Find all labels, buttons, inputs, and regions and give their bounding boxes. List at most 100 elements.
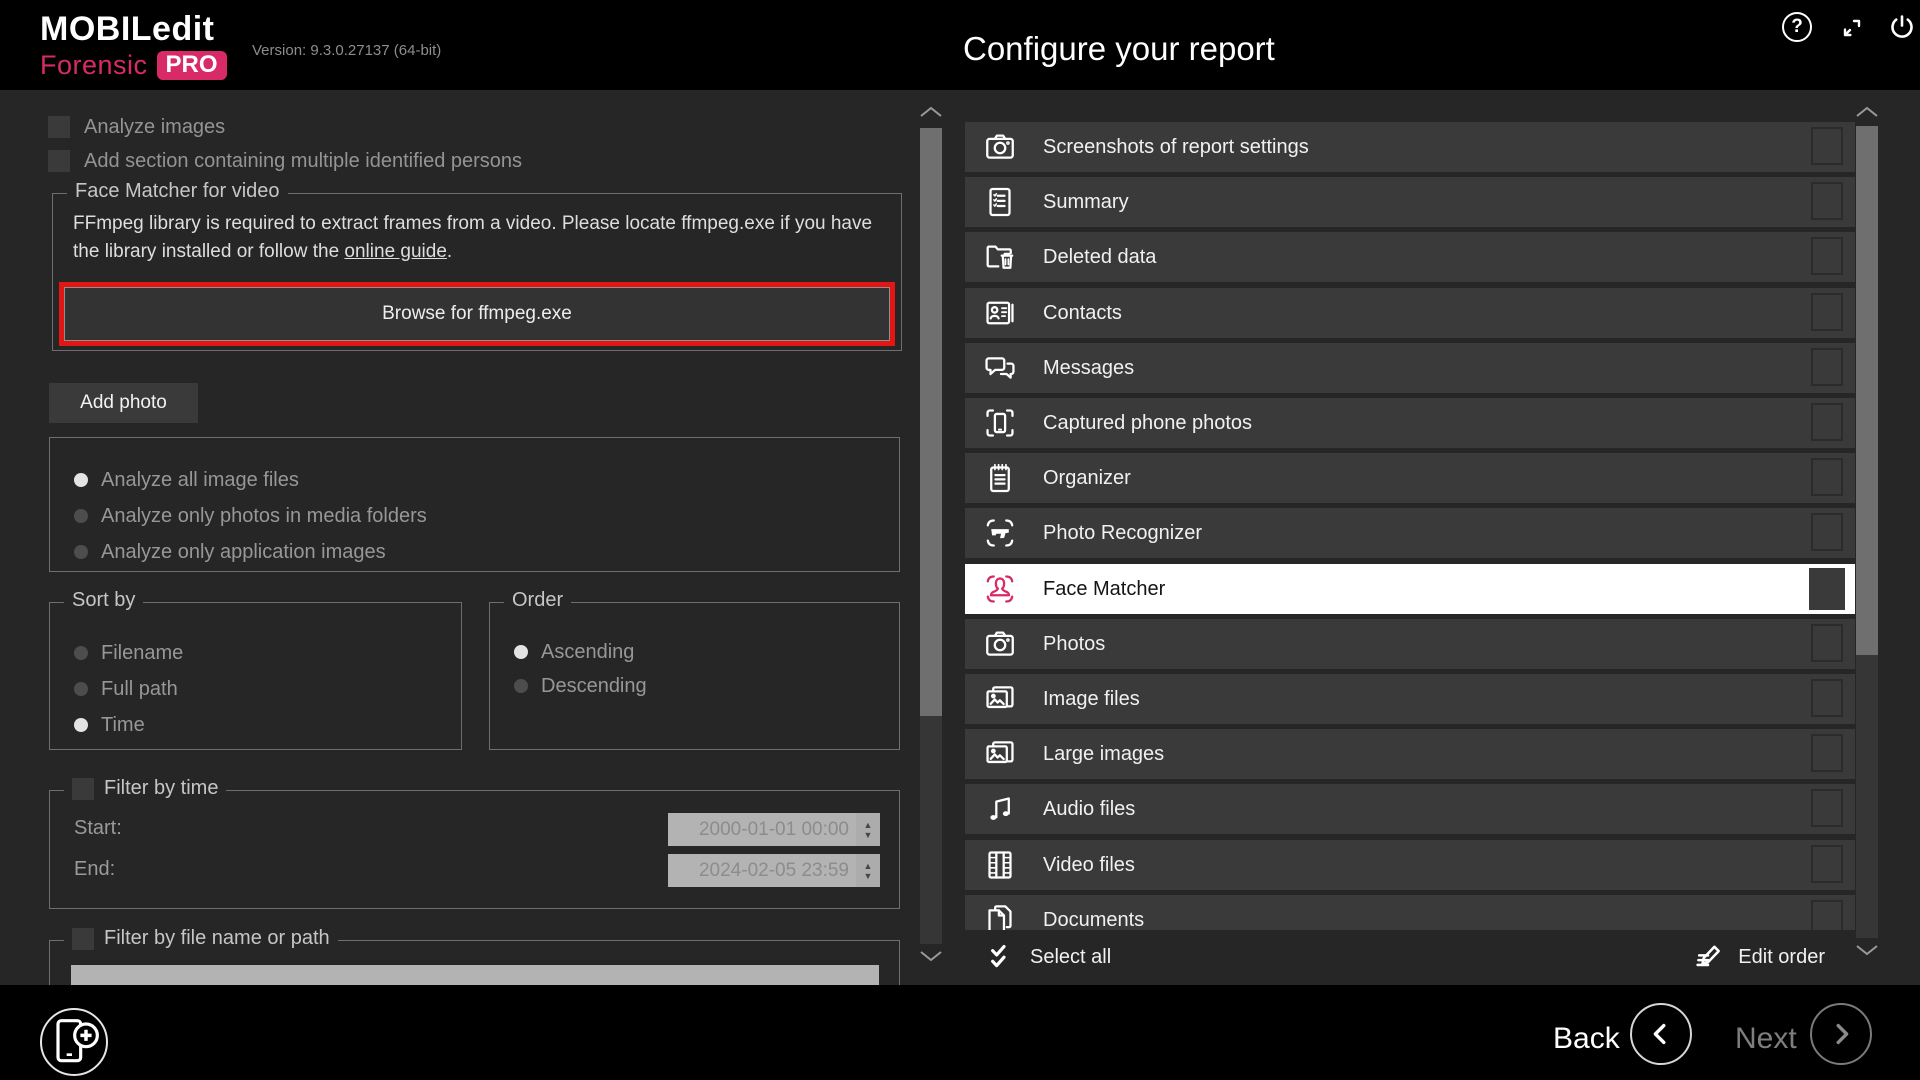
section-checkbox[interactable] [1811, 127, 1843, 165]
end-date-spinner[interactable]: ▲▼ [856, 854, 880, 887]
filter-by-time-label: Filter by time [104, 777, 218, 800]
power-icon[interactable] [1886, 12, 1918, 44]
add-phone-icon [42, 1010, 106, 1074]
report-section-row[interactable]: Messages [965, 343, 1855, 393]
section-checkbox[interactable] [1811, 679, 1843, 717]
spinner-down-icon[interactable]: ▼ [864, 830, 873, 840]
logo-mobiledit-text: MOBILedit [40, 12, 227, 46]
radio-option[interactable]: Analyze all image files [74, 468, 299, 492]
version-text: Version: 9.3.0.27137 (64-bit) [252, 42, 441, 59]
section-checkbox[interactable] [1811, 403, 1843, 441]
report-section-row[interactable]: Large images [965, 729, 1855, 779]
browse-ffmpeg-button[interactable]: Browse for ffmpeg.exe [64, 287, 890, 341]
add-phone-button[interactable] [40, 1008, 108, 1076]
spinner-up-icon[interactable]: ▲ [864, 861, 873, 871]
select-all-button[interactable]: Select all [984, 942, 1111, 974]
spinner-up-icon[interactable]: ▲ [864, 820, 873, 830]
checkbox-row[interactable]: Analyze images [48, 114, 522, 140]
radio-option[interactable]: Full path [74, 677, 178, 701]
filename-filter-input[interactable] [71, 965, 879, 985]
start-date-input[interactable]: 2000-01-01 00:00 ▲▼ [668, 813, 880, 846]
report-section-row[interactable]: Captured phone photos [965, 398, 1855, 448]
section-checkbox[interactable] [1809, 568, 1845, 610]
report-section-label: Image files [1043, 688, 1140, 711]
radio-option[interactable]: Analyze only photos in media folders [74, 504, 427, 528]
radio-label: Analyze all image files [101, 469, 299, 492]
section-checkbox[interactable] [1811, 624, 1843, 662]
right-scrollbar-thumb[interactable] [1856, 126, 1878, 655]
report-section-row[interactable]: Summary [965, 177, 1855, 227]
radio-option[interactable]: Filename [74, 641, 183, 665]
section-checkbox[interactable] [1811, 845, 1843, 883]
end-date-input[interactable]: 2024-02-05 23:59 ▲▼ [668, 854, 880, 887]
report-section-label: Organizer [1043, 467, 1131, 490]
radio-button[interactable] [514, 645, 528, 659]
radio-button[interactable] [74, 473, 88, 487]
report-section-row[interactable]: Photos [965, 619, 1855, 669]
report-section-row[interactable]: Face Matcher [965, 564, 1855, 614]
add-photo-button[interactable]: Add photo [49, 383, 198, 423]
section-checkbox[interactable] [1811, 734, 1843, 772]
start-date-spinner[interactable]: ▲▼ [856, 813, 880, 846]
scroll-down-icon[interactable] [1854, 942, 1880, 958]
highlight-red-frame: Browse for ffmpeg.exe [59, 282, 895, 346]
report-section-row[interactable]: Image files [965, 674, 1855, 724]
scroll-up-icon[interactable] [1854, 104, 1880, 120]
radio-button[interactable] [74, 509, 88, 523]
radio-button[interactable] [74, 682, 88, 696]
section-checkbox[interactable] [1811, 513, 1843, 551]
report-section-row[interactable]: Contacts [965, 288, 1855, 338]
end-label: End: [74, 858, 115, 881]
section-checkbox[interactable] [1811, 293, 1843, 331]
left-scrollbar-thumb[interactable] [920, 128, 942, 716]
report-section-label: Summary [1043, 191, 1129, 214]
report-section-label: Deleted data [1043, 246, 1156, 269]
list-action-bar: Select all Edit order [950, 930, 1855, 985]
checkbox-row[interactable]: Add section containing multiple identifi… [48, 148, 522, 174]
section-checkbox[interactable] [1811, 789, 1843, 827]
filter-by-time-checkbox[interactable] [72, 778, 94, 800]
report-section-row[interactable]: Video files [965, 840, 1855, 890]
spinner-down-icon[interactable]: ▼ [864, 871, 873, 881]
radio-button[interactable] [74, 545, 88, 559]
next-button[interactable] [1810, 1003, 1872, 1065]
radio-option[interactable]: Analyze only application images [74, 540, 386, 564]
report-section-label: Contacts [1043, 302, 1122, 325]
edit-order-button[interactable]: Edit order [1692, 942, 1825, 974]
radio-option[interactable]: Ascending [514, 640, 634, 664]
radio-button[interactable] [74, 646, 88, 660]
online-guide-link[interactable]: online guide [344, 241, 446, 262]
scroll-up-icon[interactable] [918, 104, 944, 120]
filter-by-name-label: Filter by file name or path [104, 927, 330, 950]
report-section-row[interactable]: Photo Recognizer [965, 508, 1855, 558]
radio-option[interactable]: Descending [514, 674, 647, 698]
radio-button[interactable] [514, 679, 528, 693]
report-section-row[interactable]: Deleted data [965, 232, 1855, 282]
scroll-down-icon[interactable] [918, 948, 944, 964]
radio-option[interactable]: Time [74, 713, 145, 737]
back-button[interactable] [1630, 1003, 1692, 1065]
report-section-row[interactable]: Organizer [965, 453, 1855, 503]
photo-recognizer-icon [981, 514, 1019, 552]
order-legend: Order [504, 589, 571, 612]
select-all-label: Select all [1030, 946, 1111, 969]
filter-by-name-checkbox[interactable] [72, 928, 94, 950]
checkbox[interactable] [48, 116, 70, 138]
edit-order-label: Edit order [1738, 946, 1825, 969]
report-section-label: Messages [1043, 357, 1134, 380]
report-section-label: Documents [1043, 909, 1144, 932]
report-section-row[interactable]: Screenshots of report settings [965, 122, 1855, 172]
help-icon[interactable]: ? [1782, 12, 1814, 44]
section-checkbox[interactable] [1811, 348, 1843, 386]
section-checkbox[interactable] [1811, 458, 1843, 496]
section-checkbox[interactable] [1811, 237, 1843, 275]
section-checkbox[interactable] [1811, 182, 1843, 220]
resize-window-icon[interactable] [1836, 12, 1868, 44]
back-label[interactable]: Back [1553, 1022, 1620, 1056]
radio-label: Full path [101, 678, 178, 701]
checkbox[interactable] [48, 150, 70, 172]
chevron-right-icon [1823, 1016, 1859, 1052]
face-matcher-for-video-group: Face Matcher for video FFmpeg library is… [52, 193, 902, 351]
radio-button[interactable] [74, 718, 88, 732]
report-section-row[interactable]: Audio files [965, 784, 1855, 834]
